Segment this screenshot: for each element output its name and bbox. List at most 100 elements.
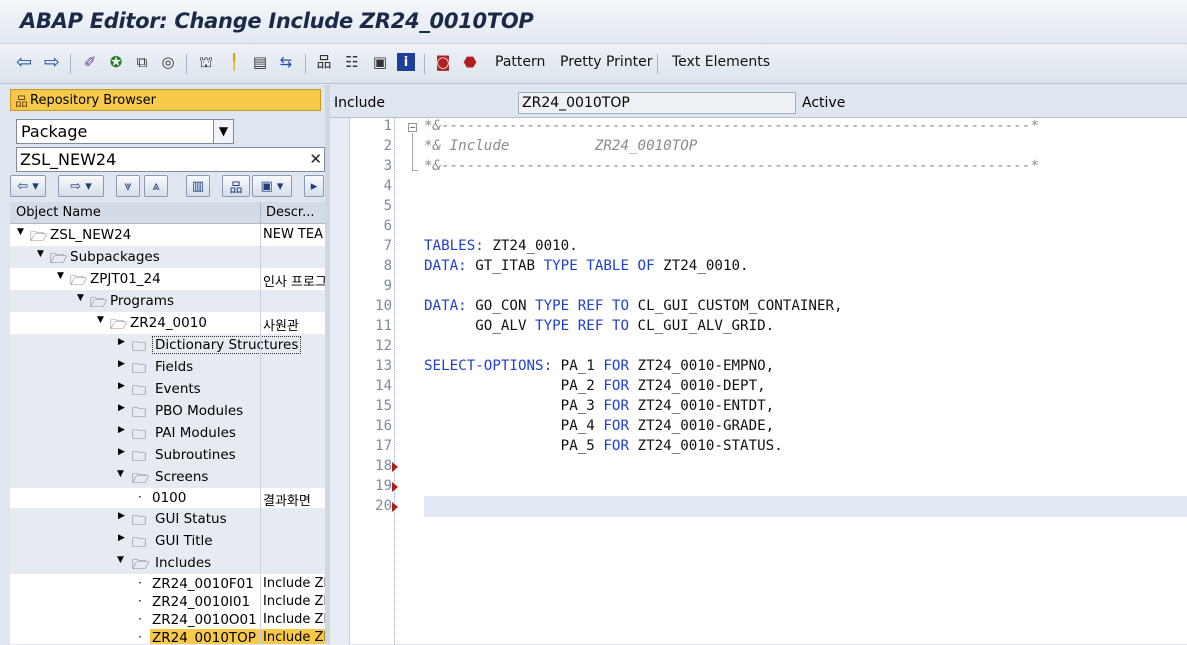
line-number: 14 (375, 378, 392, 394)
activate-icon[interactable]: ✪ (106, 52, 126, 72)
expand-triangle-icon[interactable]: ▼ (37, 249, 44, 259)
forward-arrow-icon[interactable]: ⇨ (42, 52, 62, 72)
breakpoint-marker-icon[interactable] (392, 462, 398, 472)
find-button[interactable]: ▥ (186, 175, 210, 197)
tree-node[interactable]: ▼ 🗁 ZPJT01_24 인사 프로그 (10, 268, 325, 290)
tree-node[interactable]: ▼ 🗁 Programs (10, 290, 325, 312)
tree-node[interactable]: ▶ 🗀 GUI Status (10, 508, 325, 530)
breakpoint-marker-icon[interactable] (392, 482, 398, 492)
tree-node[interactable]: · ZR24_0010F01 Include ZI (10, 575, 325, 593)
breakpoint-icon[interactable]: ╿ (224, 52, 244, 72)
line-number: 2 (383, 138, 392, 154)
expand-triangle-icon[interactable]: ▼ (77, 293, 84, 303)
line-number: 4 (383, 178, 392, 194)
window-icon[interactable]: ▣ (370, 52, 390, 72)
collapsed-triangle-icon[interactable]: ▶ (118, 447, 125, 457)
expand-icon: ⩔ (124, 178, 132, 194)
fold-column (394, 118, 414, 645)
repository-browser-header[interactable]: 品 Repository Browser (10, 89, 321, 111)
package-input-value: ZSL_NEW24 (20, 150, 117, 169)
tree-icon: 品 (15, 94, 29, 110)
repository-browser-label: Repository Browser (30, 92, 156, 108)
collapsed-triangle-icon[interactable]: ▶ (118, 381, 125, 391)
expand-button[interactable]: ⩔ (116, 175, 140, 197)
more-button[interactable]: ▸ (304, 175, 324, 197)
collapsed-triangle-icon[interactable]: ▶ (118, 533, 125, 543)
tree-node[interactable]: ▶ 🗀 Fields (10, 356, 325, 378)
code-editor[interactable]: 1 2 3 4 5 6 7 8 9 10 11 12 13 14 15 16 1… (330, 117, 1187, 645)
expand-triangle-icon[interactable]: ▼ (117, 555, 124, 565)
expand-triangle-icon[interactable]: ▼ (17, 227, 24, 237)
collapsed-triangle-icon[interactable]: ▶ (118, 511, 125, 521)
hierarchy-button[interactable]: 品 (222, 175, 250, 197)
breakpoint-marker-icon[interactable] (392, 502, 398, 512)
tree-node[interactable]: ▼ 🗁 Subpackages (10, 246, 325, 268)
status-label: Active (802, 95, 846, 111)
tree-node[interactable]: ▶ 🗀 PBO Modules (10, 400, 325, 422)
line-number: 8 (383, 258, 392, 274)
stop-icon[interactable]: ⬣ (460, 52, 480, 72)
bullet-icon: · (138, 490, 142, 504)
back-arrow-icon: ⇦ ▾ (17, 178, 39, 194)
include-name-field[interactable]: ZR24_0010TOP (518, 92, 796, 114)
pattern-button[interactable]: Pattern (495, 54, 545, 70)
object-type-select[interactable]: Package ▼ (16, 119, 234, 144)
tree-node[interactable]: · ZR24_0010O01 Include ZI (10, 611, 325, 629)
tree-node[interactable]: ▶ 🗀 Dictionary Structures (10, 334, 325, 356)
line-number: 5 (383, 198, 392, 214)
code-line-7: TABLES: ZT24_0010. (424, 238, 578, 254)
tree-node[interactable]: · 0100 결과화면 (10, 488, 325, 508)
pretty-printer-button[interactable]: Pretty Printer (560, 54, 653, 70)
info-icon[interactable]: i (397, 53, 415, 71)
chevron-down-icon[interactable]: ▼ (213, 120, 233, 143)
code-line-11: GO_ALV TYPE REF TO CL_GUI_ALV_GRID. (424, 318, 775, 334)
table-icon[interactable]: ☷ (342, 52, 362, 72)
expand-triangle-icon[interactable]: ▼ (117, 469, 124, 479)
collapse-button[interactable]: ⩓ (144, 175, 168, 197)
current-line-highlight (424, 496, 1187, 517)
previous-object-button[interactable]: ⇦ ▾ (10, 175, 46, 197)
fold-toggle-icon[interactable]: − (408, 123, 417, 132)
code-line-8: DATA: GT_ITAB TYPE TABLE OF ZT24_0010. (424, 258, 749, 274)
back-arrow-icon[interactable]: ⇦ (14, 52, 34, 72)
collapsed-triangle-icon[interactable]: ▶ (118, 359, 125, 369)
editor-info-bar: Include ZR24_0010TOP Active (330, 85, 1187, 117)
collapsed-triangle-icon[interactable]: ▶ (118, 337, 125, 347)
close-icon[interactable]: ✕ (309, 148, 322, 171)
expand-triangle-icon[interactable]: ▼ (97, 315, 104, 325)
expand-triangle-icon[interactable]: ▼ (57, 271, 64, 281)
line-number: 20 (375, 498, 392, 514)
help-icon[interactable]: ◙ (433, 52, 453, 72)
hierarchy-icon[interactable]: ⛫ (196, 52, 216, 72)
tree-node[interactable]: ▼ 🗁 ZR24_0010 사원관 (10, 312, 325, 334)
collapsed-triangle-icon[interactable]: ▶ (118, 425, 125, 435)
tree-node[interactable]: ▼ 🗁 Includes (10, 552, 325, 574)
where-used-icon[interactable]: ◎ (158, 52, 178, 72)
object-tree: Object Name Descr... ▼ 🗁 ZSL_NEW24 NEW T… (10, 202, 325, 644)
tree-node[interactable]: ▶ 🗀 PAI Modules (10, 422, 325, 444)
tree-node[interactable]: ▼ 🗁 ZSL_NEW24 NEW TEA (10, 224, 325, 246)
tree-node[interactable]: ▶ 🗀 Subroutines (10, 444, 325, 466)
bullet-icon: · (138, 630, 142, 644)
settings-button[interactable]: ▣ ▾ (252, 175, 292, 197)
display-object-icon[interactable]: ▤ (250, 52, 270, 72)
forward-arrow-icon: ⇨ ▾ (70, 178, 92, 194)
line-number: 16 (375, 418, 392, 434)
tree-node[interactable]: · ZR24_0010I01 Include ZI (10, 593, 325, 611)
code-line-14: PA_2 FOR ZT24_0010-DEPT, (424, 378, 766, 394)
tree-node[interactable]: ▶ 🗀 Events (10, 378, 325, 400)
package-input[interactable]: ZSL_NEW24 ✕ (16, 147, 325, 172)
collapsed-triangle-icon[interactable]: ▶ (118, 403, 125, 413)
tree-header: Object Name Descr... (10, 202, 325, 224)
tree-node[interactable]: ▶ 🗀 GUI Title (10, 530, 325, 552)
column-object-name[interactable]: Object Name (16, 205, 101, 220)
column-description[interactable]: Descr... (260, 202, 325, 224)
navigate-icon[interactable]: ⇆ (276, 52, 296, 72)
object-list-icon[interactable]: ⧉ (132, 52, 152, 72)
tree-icon[interactable]: 品 (314, 52, 334, 72)
check-icon[interactable]: ✐ (80, 52, 100, 72)
tree-node[interactable]: ▼ 🗁 Screens (10, 466, 325, 488)
tree-node-selected[interactable]: · ZR24_0010TOP Include ZI (10, 629, 325, 644)
next-object-button[interactable]: ⇨ ▾ (58, 175, 104, 197)
text-elements-button[interactable]: Text Elements (672, 54, 770, 70)
